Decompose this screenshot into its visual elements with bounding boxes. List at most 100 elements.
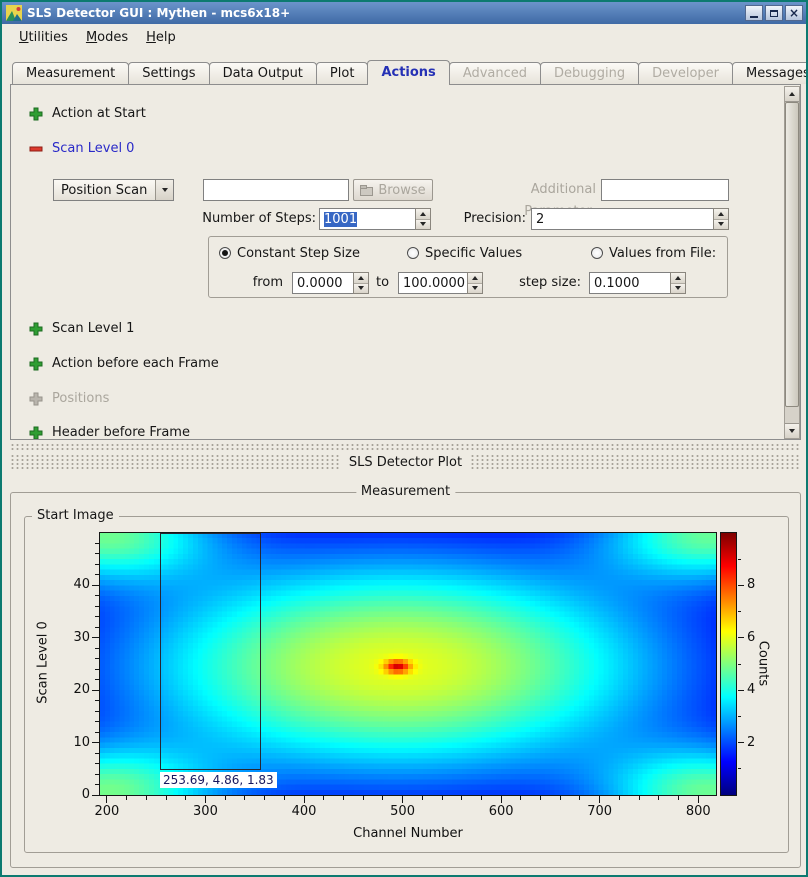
action-at-start-label[interactable]: Action at Start: [52, 106, 146, 122]
spin-up-button[interactable]: [416, 209, 430, 220]
tab-measurement[interactable]: Measurement: [12, 62, 129, 84]
menu-modes[interactable]: Modes: [77, 27, 137, 48]
spin-down-button[interactable]: [714, 220, 728, 230]
tab-developer: Developer: [638, 62, 733, 84]
arrow-up-icon: [789, 92, 795, 96]
expand-plus-icon[interactable]: [29, 357, 43, 371]
header-before-frame-label[interactable]: Header before Frame: [52, 425, 190, 440]
radio-specific-values[interactable]: Specific Values: [407, 245, 522, 261]
expand-plus-icon[interactable]: [29, 426, 43, 440]
collapse-minus-icon[interactable]: [29, 142, 43, 156]
radio-icon[interactable]: [407, 247, 419, 259]
splitter-handle[interactable]: [10, 443, 801, 452]
close-button[interactable]: ×: [785, 5, 803, 21]
number-of-steps-label: Number of Steps:: [106, 208, 316, 230]
scan-mode-value: Position Scan: [61, 183, 147, 198]
action-before-frame-label[interactable]: Action before each Frame: [52, 356, 219, 372]
menu-bar: Utilities Modes Help: [2, 24, 806, 50]
radio-values-from-file[interactable]: Values from File:: [591, 245, 716, 261]
radio-icon[interactable]: [591, 247, 603, 259]
radio-selected-icon[interactable]: [219, 247, 231, 259]
menu-modes-label: odes: [97, 30, 128, 45]
tab-messages[interactable]: Messages: [732, 62, 808, 84]
action-at-start-row[interactable]: Action at Start: [29, 106, 146, 122]
scan-level-0-row[interactable]: Scan Level 0: [29, 141, 134, 157]
vertical-scrollbar[interactable]: [784, 86, 800, 439]
tab-settings[interactable]: Settings: [128, 62, 209, 84]
scan-script-input[interactable]: [203, 179, 349, 201]
spin-down-button[interactable]: [671, 284, 685, 294]
to-label: to: [376, 272, 398, 294]
expand-plus-icon[interactable]: [29, 322, 43, 336]
positions-row: Positions: [29, 391, 109, 407]
precision-input[interactable]: 2: [531, 208, 729, 230]
spin-down-button[interactable]: [468, 284, 482, 294]
maximize-icon: [770, 10, 778, 17]
scan-level-0-label[interactable]: Scan Level 0: [52, 141, 134, 157]
expand-plus-icon-disabled: [29, 392, 43, 406]
tab-data-output[interactable]: Data Output: [209, 62, 317, 84]
scrollbar-thumb[interactable]: [785, 102, 799, 407]
browse-icon: [360, 184, 373, 196]
maximize-button[interactable]: [765, 5, 783, 21]
window-title: SLS Detector GUI : Mythen - mcs6x18+: [27, 6, 743, 20]
spin-down-button[interactable]: [354, 284, 368, 294]
action-before-frame-row[interactable]: Action before each Frame: [29, 356, 219, 372]
spinner-buttons: [670, 272, 686, 294]
from-input[interactable]: 0.0000: [292, 272, 369, 294]
menu-modes-mnemonic: M: [86, 30, 97, 45]
chevron-down-icon[interactable]: [155, 180, 173, 200]
spin-up-button[interactable]: [354, 273, 368, 284]
plot-dock-title: SLS Detector Plot: [340, 455, 471, 470]
app-icon: [6, 5, 22, 21]
colorbar-canvas: [721, 533, 736, 795]
menu-utilities[interactable]: Utilities: [10, 27, 77, 48]
precision-label: Precision:: [459, 208, 526, 230]
actions-tab-panel: Action at Start Scan Level 0 Position Sc…: [10, 84, 801, 440]
browse-button: Browse: [353, 179, 433, 201]
tab-plot[interactable]: Plot: [316, 62, 369, 84]
scroll-up-button[interactable]: [785, 87, 799, 102]
tab-debugging: Debugging: [540, 62, 639, 84]
step-mode-group: Constant Step Size Specific Values Value…: [208, 236, 728, 298]
app-window: SLS Detector GUI : Mythen - mcs6x18+ × U…: [0, 0, 808, 877]
spin-up-button[interactable]: [671, 273, 685, 284]
spin-up-button[interactable]: [714, 209, 728, 220]
to-input[interactable]: 100.0000: [398, 272, 483, 294]
spin-up-button[interactable]: [468, 273, 482, 284]
start-image-group-title: Start Image: [32, 508, 119, 524]
additional-parameter-label: Additional Parameter:: [461, 179, 596, 201]
title-bar[interactable]: SLS Detector GUI : Mythen - mcs6x18+ ×: [2, 2, 806, 24]
spinner-buttons: [415, 208, 431, 230]
plot-dock-titlebar[interactable]: SLS Detector Plot: [10, 454, 801, 471]
colorbar: [720, 532, 737, 796]
radio-constant-step-size[interactable]: Constant Step Size: [219, 245, 360, 261]
tab-actions[interactable]: Actions: [367, 60, 449, 85]
scroll-down-button[interactable]: [785, 423, 799, 438]
radio-constant-label[interactable]: Constant Step Size: [237, 246, 360, 261]
header-before-frame-row[interactable]: Header before Frame: [29, 425, 190, 440]
spin-down-button[interactable]: [416, 220, 430, 230]
number-of-steps-value: 1001: [324, 212, 357, 227]
number-of-steps-input[interactable]: 1001: [319, 208, 431, 230]
scan-mode-select[interactable]: Position Scan: [53, 179, 174, 201]
minimize-button[interactable]: [745, 5, 763, 21]
from-label: from: [237, 272, 283, 294]
expand-plus-icon[interactable]: [29, 107, 43, 121]
additional-parameter-input[interactable]: [601, 179, 729, 201]
menu-help-label: elp: [156, 30, 176, 45]
from-value: 0.0000: [297, 276, 343, 291]
step-size-input[interactable]: 0.1000: [589, 272, 686, 294]
menu-utilities-label: tilities: [29, 30, 68, 45]
step-size-label: step size:: [503, 272, 581, 294]
step-size-value: 0.1000: [594, 276, 640, 291]
menu-help[interactable]: Help: [137, 27, 185, 48]
arrow-down-icon: [789, 429, 795, 433]
radio-file-label[interactable]: Values from File:: [609, 246, 716, 261]
scan-level-1-label[interactable]: Scan Level 1: [52, 321, 134, 337]
precision-value: 2: [536, 212, 544, 227]
zoom-selection-rect: [160, 533, 261, 770]
radio-specific-label[interactable]: Specific Values: [425, 246, 522, 261]
scan-level-1-row[interactable]: Scan Level 1: [29, 321, 134, 337]
to-value: 100.0000: [403, 276, 465, 291]
